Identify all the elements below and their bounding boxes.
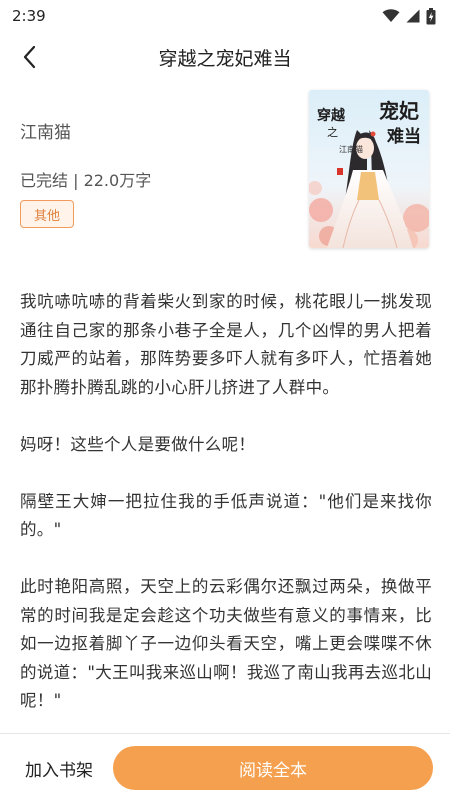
chapter-preview: 我吭哧吭哧的背着柴火到家的时候，桃花眼儿一挑发现通往自己家的那条小巷子全是人，几…: [20, 288, 432, 722]
book-cover: 宠妃 难当 穿越 之 江南猫: [309, 90, 429, 248]
svg-text:穿越: 穿越: [317, 107, 346, 124]
status-bar: 2:39: [0, 0, 450, 32]
content-paragraph: 隔壁王大婶一把拉住我的手低声说道："他们是来找你的。": [20, 491, 432, 540]
back-button[interactable]: [12, 40, 46, 74]
book-status-wordcount: 已完结 | 22.0万字: [20, 171, 152, 190]
page-title: 穿越之宠妃难当: [158, 47, 292, 70]
svg-text:难当: 难当: [386, 126, 421, 147]
book-info: 江南猫 已完结 | 22.0万字 其他 宠妃 难当 穿越 之 江南猫: [20, 90, 430, 250]
nav-bar: 穿越之宠妃难当: [0, 34, 450, 80]
add-to-shelf-button[interactable]: 加入书架: [25, 756, 93, 781]
read-full-button[interactable]: 阅读全本: [113, 746, 433, 790]
content-paragraph: 我吭哧吭哧的背着柴火到家的时候，桃花眼儿一挑发现通往自己家的那条小巷子全是人，几…: [20, 292, 432, 397]
content-paragraph: 此时艳阳高照，天空上的云彩偶尔还飘过两朵，换做平常的时间我是定会趁这个功夫做些有…: [20, 577, 432, 710]
cover-title-text: 宠妃: [379, 99, 419, 123]
book-category-tag: 其他: [20, 200, 75, 228]
wifi-icon: [382, 9, 400, 22]
status-time: 2:39: [12, 7, 46, 25]
read-full-label: 阅读全本: [239, 760, 307, 781]
battery-icon: [426, 7, 436, 24]
content-paragraph: 妈呀！这些个人是要做什么呢！: [20, 434, 256, 454]
status-icons: [382, 7, 436, 25]
svg-text:之: 之: [327, 125, 338, 139]
book-author: 江南猫: [20, 123, 71, 143]
bottom-action-bar: 加入书架 阅读全本: [0, 733, 450, 800]
cellular-signal-icon: [406, 9, 420, 23]
cover-author-text: 江南猫: [339, 144, 363, 154]
chevron-left-icon: [23, 45, 36, 69]
